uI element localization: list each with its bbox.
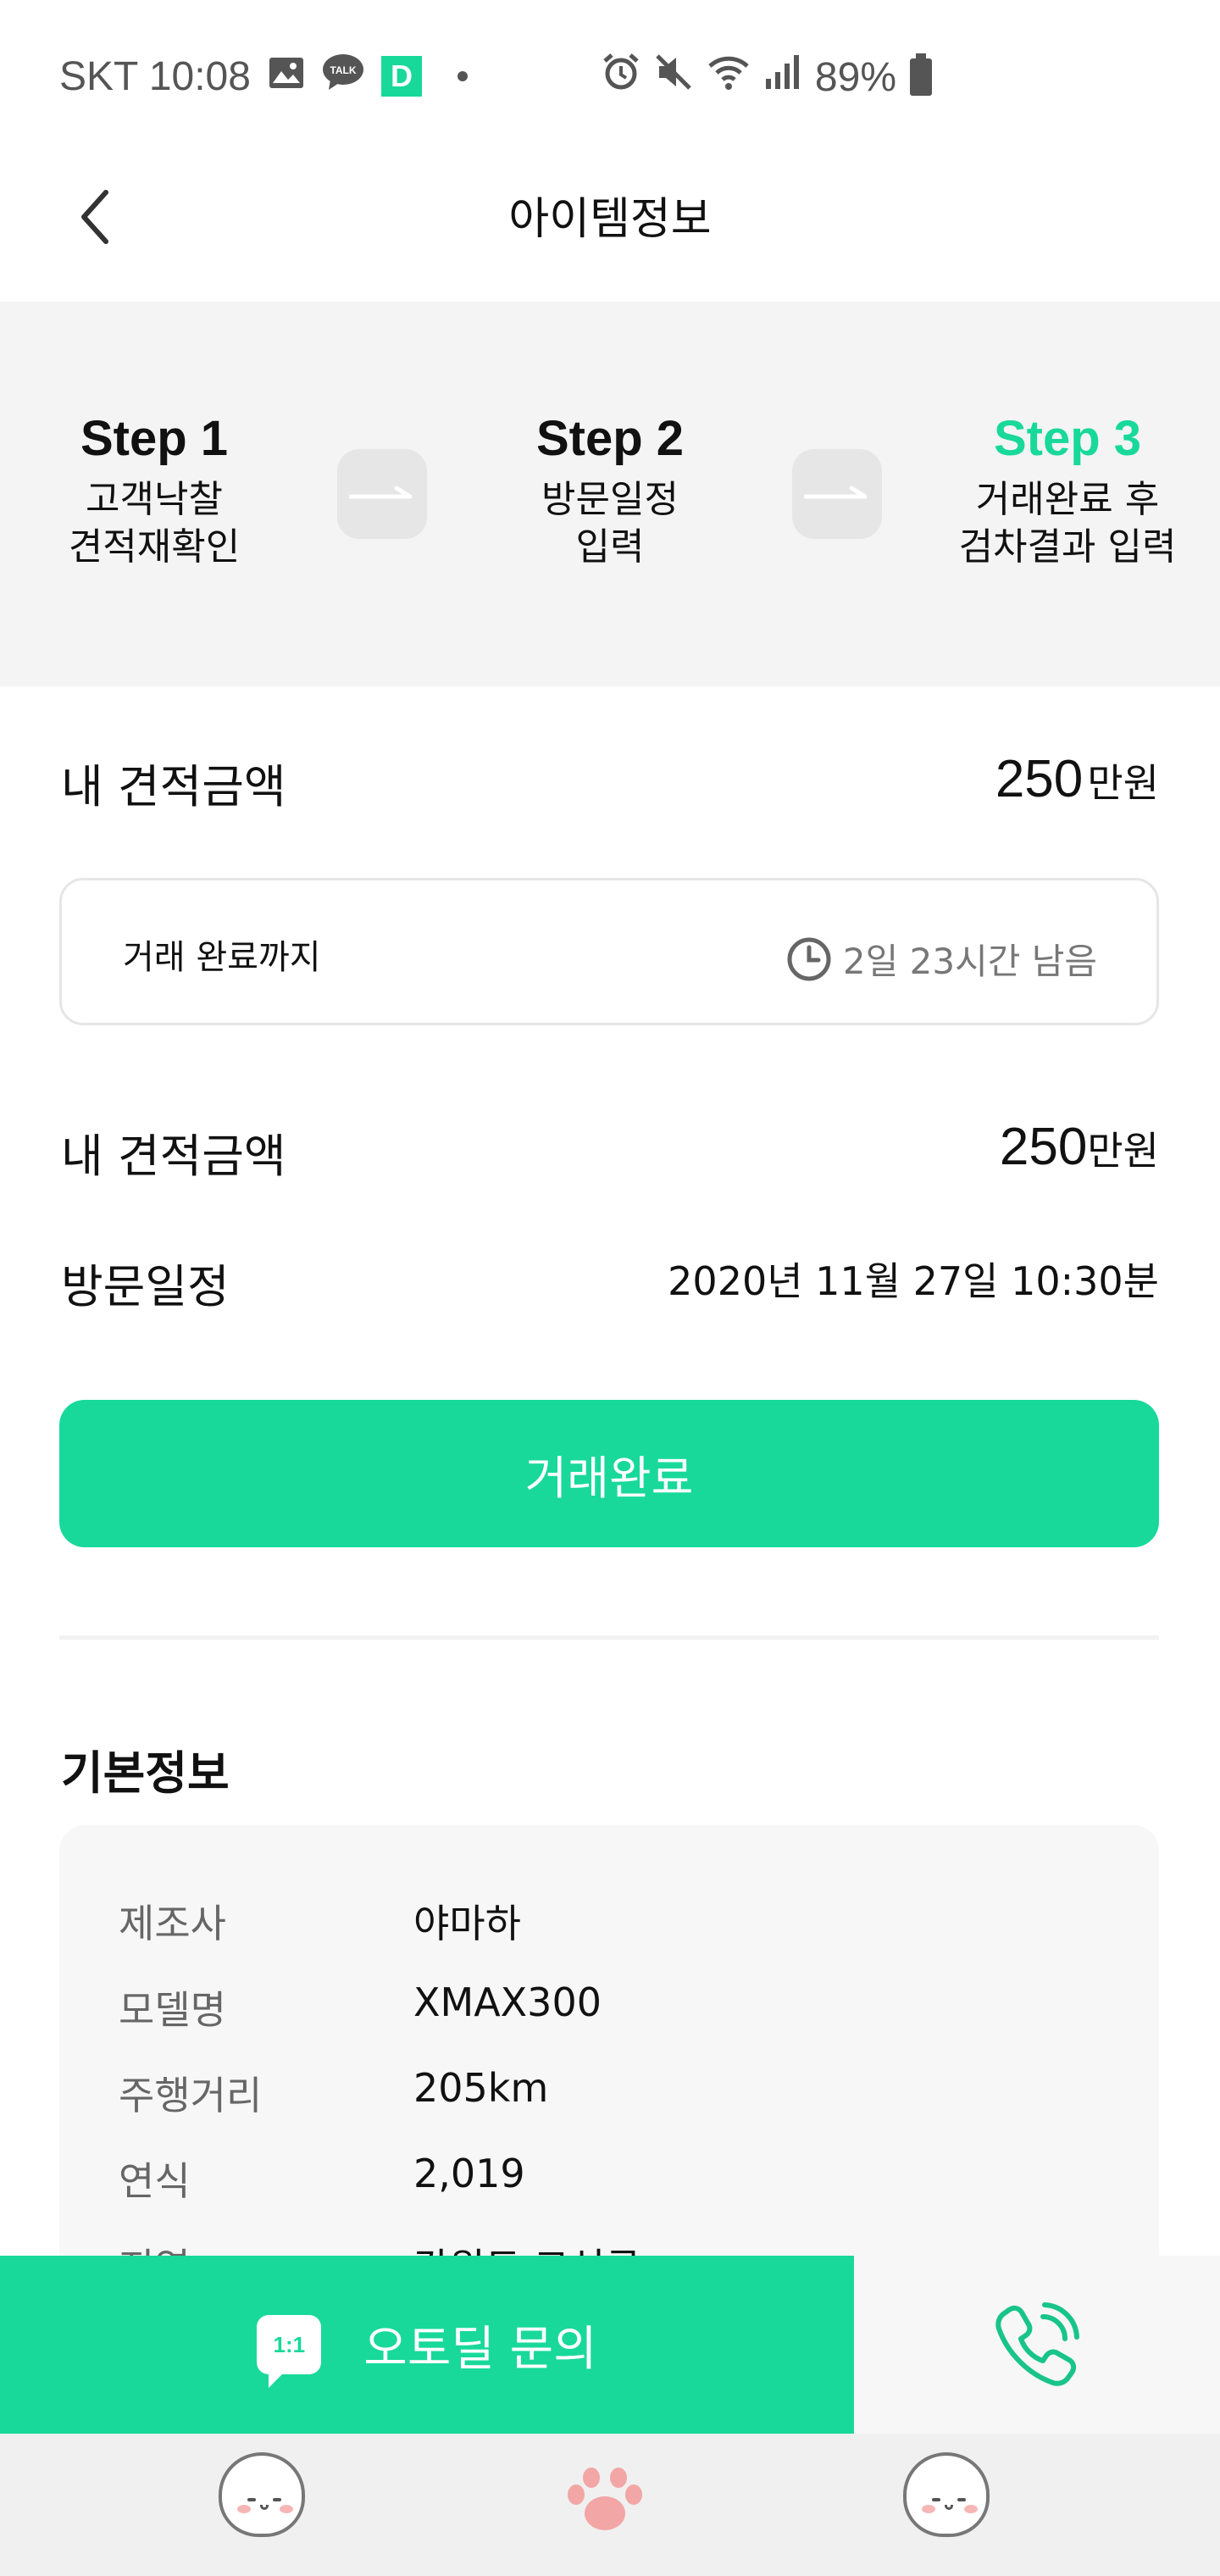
step-desc-line: 견적재확인 <box>68 525 241 569</box>
top-app-bar: 아이템정보 <box>0 149 1220 302</box>
step-2: Step 2 방문일정 입력 <box>500 412 720 571</box>
notification-dot-icon <box>457 71 468 81</box>
timer-label: 거래 완료까지 <box>123 938 321 977</box>
info-value: XMAX300 <box>413 1979 602 2025</box>
basic-info-card: 제조사 야마하 모델명 XMAX300 주행거리 205km 연식 2,019 … <box>59 1825 1159 2300</box>
step-desc-line: 입력 <box>575 525 645 569</box>
page-title: 아이템정보 <box>508 194 712 245</box>
character-face-icon <box>903 2452 990 2537</box>
character-face-icon <box>219 2452 305 2537</box>
step-1: Step 1 고객낙찰 견적재확인 <box>44 412 264 571</box>
info-row-year: 연식 2,019 <box>119 2151 525 2207</box>
svg-text:TALK: TALK <box>330 64 356 76</box>
summary-quote-unit: 만원 <box>1087 1128 1159 1174</box>
progress-steps: Step 1 고객낙찰 견적재확인 Step 2 방문일정 입력 Step 3 … <box>0 302 1220 686</box>
wifi-icon <box>707 53 751 102</box>
my-quote-value: 250 만원 <box>995 749 1159 809</box>
d-app-icon: D <box>380 56 422 97</box>
step-title: Step 3 <box>993 411 1142 466</box>
step-title: Step 1 <box>80 411 229 466</box>
basic-info-title: 기본정보 <box>61 1746 230 1800</box>
bottom-navigation-bar <box>0 2434 1220 2576</box>
kakaotalk-icon: TALK <box>322 53 364 100</box>
step-arrow-icon <box>337 449 427 539</box>
summary-quote-value: 250만원 <box>1000 1117 1159 1177</box>
info-row-manufacturer: 제조사 야마하 <box>119 1893 521 1949</box>
step-description: 방문일정 입력 <box>500 476 720 572</box>
step-3: Step 3 거래완료 후 검차결과 입력 <box>932 412 1203 571</box>
carrier-time: SKT 10:08 <box>59 53 251 99</box>
step-desc-line: 고객낙찰 <box>86 477 223 521</box>
step-description: 고객낙찰 견적재확인 <box>44 476 264 572</box>
chat-bubble-icon: 1:1 <box>257 2315 322 2388</box>
chat-badge-text: 1:1 <box>273 2331 306 2357</box>
signal-icon <box>764 53 801 101</box>
inquiry-button[interactable]: 1:1 오토딜 문의 <box>0 2256 854 2434</box>
info-key: 제조사 <box>119 1901 226 1946</box>
call-button[interactable] <box>854 2256 1220 2434</box>
alarm-icon <box>602 53 640 102</box>
status-bar: SKT 10:08 TALK D 89% <box>0 0 1220 149</box>
deal-timer-box: 거래 완료까지 2일 23시간 남음 <box>59 878 1159 1025</box>
info-key: 연식 <box>119 2158 191 2204</box>
step-arrow-icon <box>792 449 882 539</box>
nav-item-profile[interactable] <box>903 2452 998 2547</box>
section-divider <box>59 1635 1159 1640</box>
info-value: 205km <box>413 2065 549 2111</box>
step-desc-line: 검차결과 입력 <box>958 525 1177 569</box>
info-row-model: 모델명 XMAX300 <box>119 1979 602 2035</box>
my-quote-label: 내 견적금액 <box>61 760 286 813</box>
image-icon <box>268 53 305 100</box>
mute-icon <box>654 53 693 102</box>
quote-amount: 250 <box>995 750 1084 808</box>
summary-quote-label: 내 견적금액 <box>61 1130 286 1183</box>
info-value: 2,019 <box>413 2151 525 2196</box>
info-key: 주행거리 <box>119 2073 263 2118</box>
inquiry-label: 오토딜 문의 <box>363 2321 597 2377</box>
complete-deal-button[interactable]: 거래완료 <box>59 1400 1159 1547</box>
battery-percent: 89% <box>814 54 896 100</box>
quote-unit: 만원 <box>1087 760 1159 806</box>
paw-icon <box>568 2468 642 2530</box>
remaining-time: 2일 23시간 남음 <box>842 941 1097 982</box>
status-bar-left: SKT 10:08 TALK D <box>59 53 468 100</box>
visit-schedule-label: 방문일정 <box>61 1260 230 1313</box>
info-key: 모델명 <box>119 1987 226 2033</box>
info-value: 야마하 <box>413 1901 521 1946</box>
step-description: 거래완료 후 검차결과 입력 <box>932 476 1203 572</box>
step-desc-line: 거래완료 후 <box>975 477 1160 521</box>
battery-icon <box>910 53 932 96</box>
phone-icon <box>995 2302 1079 2386</box>
nav-item-home[interactable] <box>219 2452 313 2547</box>
info-row-mileage: 주행거리 205km <box>119 2065 548 2121</box>
visit-schedule-value: 2020년 11월 27일 10:30분 <box>668 1258 1159 1304</box>
step-desc-line: 방문일정 <box>541 477 679 521</box>
step-title: Step 2 <box>535 411 685 466</box>
timer-remaining: 2일 23시간 남음 <box>785 933 1097 985</box>
status-bar-right: 89% <box>602 53 932 102</box>
summary-quote-amount: 250 <box>999 1118 1088 1176</box>
nav-item-paw[interactable] <box>557 2452 652 2547</box>
clock-icon <box>787 937 831 980</box>
